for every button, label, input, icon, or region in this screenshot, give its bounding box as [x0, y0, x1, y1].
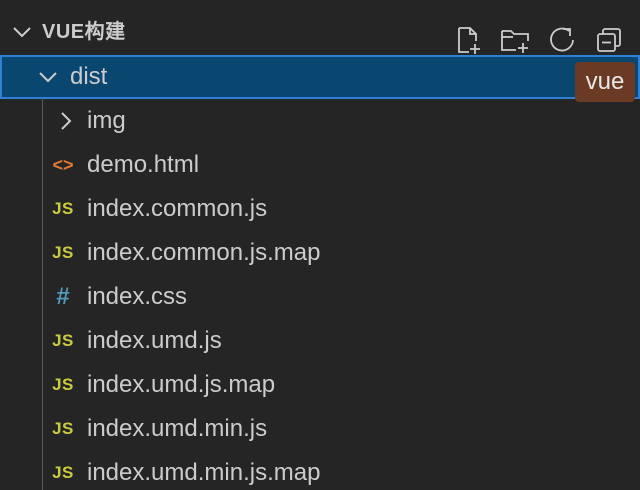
tree-file[interactable]: # index.css	[0, 275, 640, 319]
new-file-icon	[458, 27, 480, 54]
tree-folder-dist[interactable]: dist	[0, 55, 640, 99]
html-file-icon: <>	[52, 155, 74, 175]
refresh-button[interactable]	[546, 24, 578, 56]
file-label: demo.html	[87, 151, 200, 178]
folder-label: img	[87, 107, 126, 134]
file-label: index.css	[87, 283, 188, 310]
tree-file[interactable]: JS index.umd.min.js.map	[0, 451, 640, 490]
refresh-icon	[550, 27, 574, 52]
tree-file[interactable]: JS index.umd.js	[0, 319, 640, 363]
new-file-button[interactable]	[452, 24, 484, 56]
file-label: index.common.js	[87, 195, 268, 222]
chevron-down-icon[interactable]	[10, 20, 34, 44]
tree-file[interactable]: <> demo.html	[0, 143, 640, 187]
js-file-icon: JS	[52, 463, 74, 482]
file-label: index.umd.js	[87, 327, 222, 354]
chevron-right-icon[interactable]	[54, 109, 78, 133]
collapse-all-button[interactable]	[593, 24, 625, 56]
tree-file[interactable]: JS index.umd.min.js	[0, 407, 640, 451]
file-label: index.umd.js.map	[87, 371, 276, 398]
tree-file[interactable]: JS index.umd.js.map	[0, 363, 640, 407]
file-label: index.umd.min.js	[87, 415, 268, 442]
new-folder-button[interactable]	[499, 24, 531, 56]
js-file-icon: JS	[52, 419, 74, 438]
new-folder-icon	[501, 30, 529, 53]
tree-folder-img[interactable]: img	[0, 99, 640, 143]
file-explorer: VUE构建 dist img <> demo.html JS index.com…	[0, 0, 640, 490]
js-file-icon: JS	[52, 199, 74, 218]
collapse-all-icon	[597, 28, 621, 52]
file-label: index.common.js.map	[87, 239, 321, 266]
js-file-icon: JS	[52, 243, 74, 262]
header-actions	[452, 24, 640, 56]
file-label: index.umd.min.js.map	[87, 459, 321, 486]
js-file-icon: JS	[52, 375, 74, 394]
folder-label: dist	[70, 63, 108, 90]
js-file-icon: JS	[52, 331, 74, 350]
explorer-section-title: VUE构建	[42, 21, 126, 43]
explorer-section-header[interactable]: VUE构建	[0, 10, 640, 54]
chevron-down-icon[interactable]	[36, 65, 60, 89]
tree-file[interactable]: JS index.common.js	[0, 187, 640, 231]
hover-tooltip: vue	[575, 62, 635, 102]
tree-file[interactable]: JS index.common.js.map	[0, 231, 640, 275]
css-file-icon: #	[56, 283, 70, 310]
